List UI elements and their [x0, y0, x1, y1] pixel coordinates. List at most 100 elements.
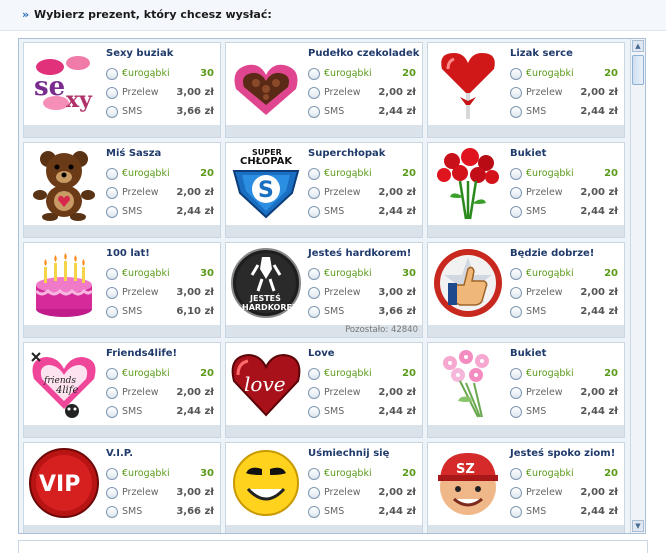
- option-sms[interactable]: SMS 2,44 zł: [106, 206, 214, 220]
- eurogabki-radio[interactable]: [510, 368, 522, 380]
- option-sms[interactable]: SMS 2,44 zł: [308, 406, 416, 420]
- eurogabki-radio[interactable]: [510, 268, 522, 280]
- option-sms[interactable]: SMS 3,66 zł: [106, 106, 214, 120]
- gift-card[interactable]: Lizak serce €urogąbki 20 Przelew 2,00 zł…: [427, 42, 625, 138]
- option-eurogabki[interactable]: €urogąbki 30: [106, 468, 214, 482]
- vip-badge-icon[interactable]: VIP: [26, 445, 102, 521]
- teddy-bear-icon[interactable]: [26, 145, 102, 221]
- option-sms[interactable]: SMS 2,44 zł: [510, 206, 618, 220]
- sms-radio[interactable]: [106, 406, 118, 418]
- przelew-radio[interactable]: [510, 87, 522, 99]
- option-sms[interactable]: SMS 2,44 zł: [106, 406, 214, 420]
- option-przelew[interactable]: Przelew 2,00 zł: [510, 187, 618, 201]
- gift-card[interactable]: Miś Sasza €urogąbki 20 Przelew 2,00 zł S…: [23, 142, 221, 238]
- birthday-cake-icon[interactable]: [26, 245, 102, 321]
- thumbs-up-icon[interactable]: [430, 245, 506, 321]
- eurogabki-radio[interactable]: [106, 68, 118, 80]
- option-eurogabki[interactable]: €urogąbki 20: [510, 368, 618, 382]
- smiley-icon[interactable]: [228, 445, 304, 521]
- eurogabki-radio[interactable]: [106, 268, 118, 280]
- eurogabki-radio[interactable]: [106, 168, 118, 180]
- option-sms[interactable]: SMS 2,44 zł: [308, 206, 416, 220]
- gift-card[interactable]: VIP V.I.P. €urogąbki 30 Przelew 3,00 zł …: [23, 442, 221, 533]
- option-eurogabki[interactable]: €urogąbki 20: [106, 368, 214, 382]
- option-eurogabki[interactable]: €urogąbki 20: [106, 168, 214, 182]
- gift-card[interactable]: SZ Jesteś spoko ziom! €urogąbki 20 Przel…: [427, 442, 625, 533]
- gift-card[interactable]: JESTEŚ HARDKOREM Jesteś hardkorem! €urogą…: [225, 242, 423, 338]
- przelew-radio[interactable]: [510, 487, 522, 499]
- red-roses-icon[interactable]: [430, 145, 506, 221]
- option-przelew[interactable]: Przelew 2,00 zł: [308, 387, 416, 401]
- sms-radio[interactable]: [510, 406, 522, 418]
- gift-card[interactable]: Uśmiechnij się €urogąbki 20 Przelew 2,00…: [225, 442, 423, 533]
- sms-radio[interactable]: [106, 106, 118, 118]
- heart-lollipop-icon[interactable]: [430, 45, 506, 121]
- przelew-radio[interactable]: [308, 387, 320, 399]
- vertical-scrollbar[interactable]: ▲ ▼: [630, 39, 645, 533]
- pink-flowers-icon[interactable]: [430, 345, 506, 421]
- option-eurogabki[interactable]: €urogąbki 20: [510, 468, 618, 482]
- przelew-radio[interactable]: [106, 187, 118, 199]
- option-eurogabki[interactable]: €urogąbki 20: [510, 268, 618, 282]
- przelew-radio[interactable]: [106, 287, 118, 299]
- option-sms[interactable]: SMS 2,44 zł: [510, 406, 618, 420]
- gift-card[interactable]: Będzie dobrze! €urogąbki 20 Przelew 2,00…: [427, 242, 625, 338]
- option-eurogabki[interactable]: €urogąbki 30: [106, 268, 214, 282]
- gift-card[interactable]: 100 lat! €urogąbki 30 Przelew 3,00 zł SM…: [23, 242, 221, 338]
- przelew-radio[interactable]: [510, 387, 522, 399]
- gift-card[interactable]: se xy Sexy buziak €urogąbki 30 Przelew 3,…: [23, 42, 221, 138]
- gift-card[interactable]: Bukiet €urogąbki 20 Przelew 2,00 zł SMS …: [427, 142, 625, 238]
- przelew-radio[interactable]: [106, 487, 118, 499]
- option-eurogabki[interactable]: €urogąbki 20: [308, 168, 416, 182]
- sms-radio[interactable]: [308, 306, 320, 318]
- sms-radio[interactable]: [308, 106, 320, 118]
- option-eurogabki[interactable]: €urogąbki 20: [510, 68, 618, 82]
- przelew-radio[interactable]: [510, 187, 522, 199]
- option-eurogabki[interactable]: €urogąbki 20: [308, 68, 416, 82]
- sms-radio[interactable]: [308, 406, 320, 418]
- eurogabki-radio[interactable]: [308, 68, 320, 80]
- gift-card[interactable]: SUPER CHŁOPAK S Superchłopak €urogąbki 20 …: [225, 142, 423, 238]
- option-sms[interactable]: SMS 2,44 zł: [510, 506, 618, 520]
- sms-radio[interactable]: [106, 506, 118, 518]
- option-przelew[interactable]: Przelew 2,00 zł: [510, 87, 618, 101]
- sms-radio[interactable]: [510, 506, 522, 518]
- chocolate-box-icon[interactable]: [228, 45, 304, 121]
- przelew-radio[interactable]: [308, 187, 320, 199]
- eurogabki-radio[interactable]: [510, 468, 522, 480]
- eurogabki-radio[interactable]: [106, 468, 118, 480]
- option-przelew[interactable]: Przelew 2,00 zł: [308, 487, 416, 501]
- sms-radio[interactable]: [510, 306, 522, 318]
- sms-radio[interactable]: [510, 206, 522, 218]
- eurogabki-radio[interactable]: [308, 368, 320, 380]
- love-heart-icon[interactable]: love: [228, 345, 304, 421]
- sms-radio[interactable]: [308, 206, 320, 218]
- option-przelew[interactable]: Przelew 2,00 zł: [510, 387, 618, 401]
- option-przelew[interactable]: Przelew 2,00 zł: [106, 187, 214, 201]
- option-sms[interactable]: SMS 6,10 zł: [106, 306, 214, 320]
- gift-card[interactable]: Bukiet €urogąbki 20 Przelew 2,00 zł SMS …: [427, 342, 625, 438]
- option-eurogabki[interactable]: €urogąbki 20: [510, 168, 618, 182]
- option-przelew[interactable]: Przelew 3,00 zł: [106, 87, 214, 101]
- sexy-lips-icon[interactable]: se xy: [26, 45, 102, 121]
- przelew-radio[interactable]: [308, 87, 320, 99]
- scroll-up-button[interactable]: ▲: [632, 40, 644, 52]
- przelew-radio[interactable]: [106, 87, 118, 99]
- option-eurogabki[interactable]: €urogąbki 30: [308, 268, 416, 282]
- option-przelew[interactable]: Przelew 2,00 zł: [308, 187, 416, 201]
- eurogabki-radio[interactable]: [510, 168, 522, 180]
- przelew-radio[interactable]: [106, 387, 118, 399]
- option-przelew[interactable]: Przelew 2,00 zł: [510, 487, 618, 501]
- option-przelew[interactable]: Przelew 2,00 zł: [308, 87, 416, 101]
- option-sms[interactable]: SMS 2,44 zł: [510, 306, 618, 320]
- sms-radio[interactable]: [308, 506, 320, 518]
- eurogabki-radio[interactable]: [308, 268, 320, 280]
- hardkor-badge-icon[interactable]: JESTEŚ HARDKOREM: [228, 245, 304, 321]
- sms-radio[interactable]: [106, 206, 118, 218]
- eurogabki-radio[interactable]: [308, 468, 320, 480]
- option-sms[interactable]: SMS 2,44 zł: [510, 106, 618, 120]
- sms-radio[interactable]: [106, 306, 118, 318]
- option-przelew[interactable]: Przelew 3,00 zł: [308, 287, 416, 301]
- option-sms[interactable]: SMS 2,44 zł: [308, 506, 416, 520]
- eurogabki-radio[interactable]: [510, 68, 522, 80]
